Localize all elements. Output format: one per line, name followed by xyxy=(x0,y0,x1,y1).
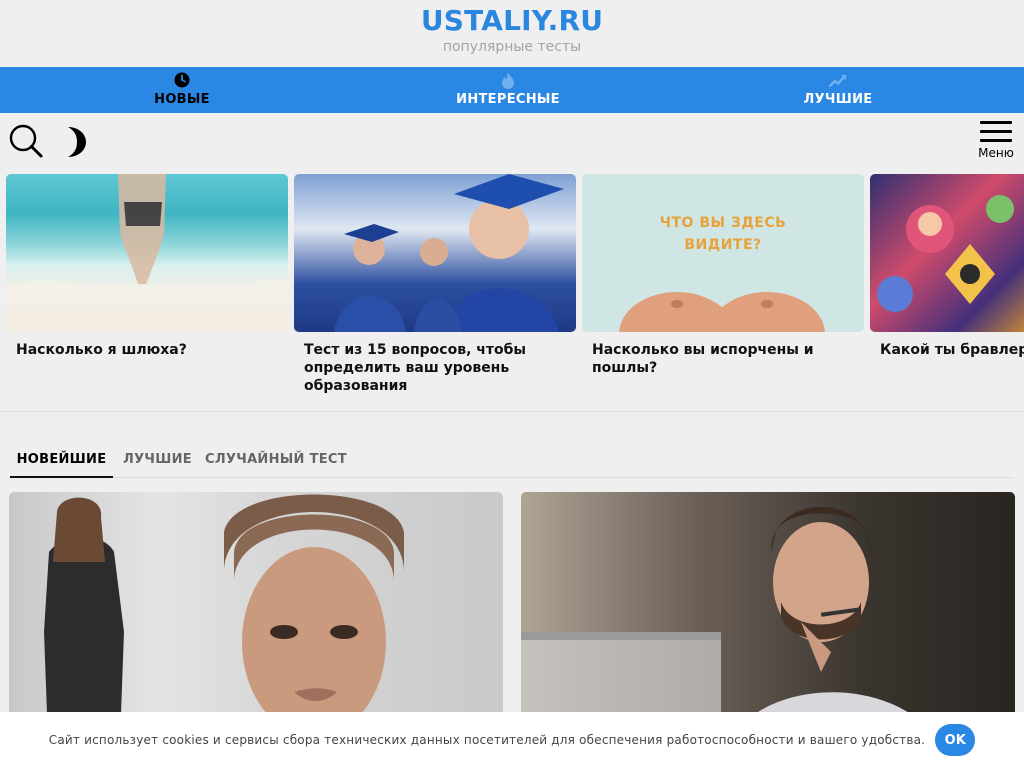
cookie-ok-button[interactable]: OK xyxy=(935,724,976,756)
nav-new[interactable]: НОВЫЕ xyxy=(132,67,232,113)
site-logo[interactable]: USTALIY.RU xyxy=(0,0,1024,38)
tab-best[interactable]: ЛУЧШИЕ xyxy=(123,446,192,478)
featured-image: ЧТО ВЫ ЗДЕСЬ ВИДИТЕ? xyxy=(582,174,864,332)
site-tagline: популярные тесты xyxy=(442,39,582,55)
featured-title[interactable]: Насколько я шлюха? xyxy=(6,332,288,359)
menu-button[interactable]: Меню xyxy=(978,119,1014,169)
cookie-text: Сайт использует cookies и сервисы сбора … xyxy=(48,733,926,747)
featured-card[interactable]: Насколько я шлюха? xyxy=(6,174,288,359)
nav-interesting[interactable]: ИНТЕРЕСНЫЕ xyxy=(448,67,568,113)
site-header: USTALIY.RU популярные тесты xyxy=(0,0,1024,67)
featured-card[interactable]: ЧТО ВЫ ЗДЕСЬ ВИДИТЕ? Насколько вы испорч… xyxy=(582,174,864,377)
menu-label: Меню xyxy=(978,146,1014,160)
nav-best-label: ЛУЧШИЕ xyxy=(803,92,873,107)
cookie-banner: Сайт использует cookies и сервисы сбора … xyxy=(0,712,1024,768)
featured-card[interactable]: Тест из 15 вопросов, чтобы определить ва… xyxy=(294,174,576,395)
nav-new-label: НОВЫЕ xyxy=(154,92,210,107)
featured-image-caption: ЧТО ВЫ ЗДЕСЬ ВИДИТЕ? xyxy=(659,215,787,253)
nav-best[interactable]: ЛУЧШИЕ xyxy=(788,67,888,113)
list-tabs: НОВЕЙШИЕ ЛУЧШИЕ СЛУЧАЙНЫЙ ТЕСТ xyxy=(10,446,1014,478)
featured-card[interactable]: Какой ты бравлер и xyxy=(870,174,1024,359)
top-nav: НОВЫЕ ИНТЕРЕСНЫЕ ЛУЧШИЕ xyxy=(0,67,1024,113)
featured-image xyxy=(6,174,288,332)
clock-icon xyxy=(174,71,190,89)
toolbar: Меню xyxy=(0,113,1024,173)
moon-icon[interactable] xyxy=(62,125,92,159)
nav-interesting-label: ИНТЕРЕСНЫЕ xyxy=(456,92,560,107)
featured-title[interactable]: Насколько вы испорчены и пошлы? xyxy=(582,332,864,377)
featured-title[interactable]: Какой ты бравлер и xyxy=(870,332,1024,359)
featured-image xyxy=(870,174,1024,332)
hamburger-icon xyxy=(978,119,1014,142)
tab-newest[interactable]: НОВЕЙШИЕ xyxy=(10,446,113,478)
fire-icon xyxy=(501,71,515,89)
search-icon[interactable] xyxy=(8,123,44,159)
featured-title[interactable]: Тест из 15 вопросов, чтобы определить ва… xyxy=(294,332,576,395)
featured-carousel: Насколько я шлюха? Тест из 15 вопросов, … xyxy=(0,173,1024,412)
tab-random-test[interactable]: СЛУЧАЙНЫЙ ТЕСТ xyxy=(205,446,347,478)
trending-icon xyxy=(829,71,847,89)
featured-image xyxy=(294,174,576,332)
